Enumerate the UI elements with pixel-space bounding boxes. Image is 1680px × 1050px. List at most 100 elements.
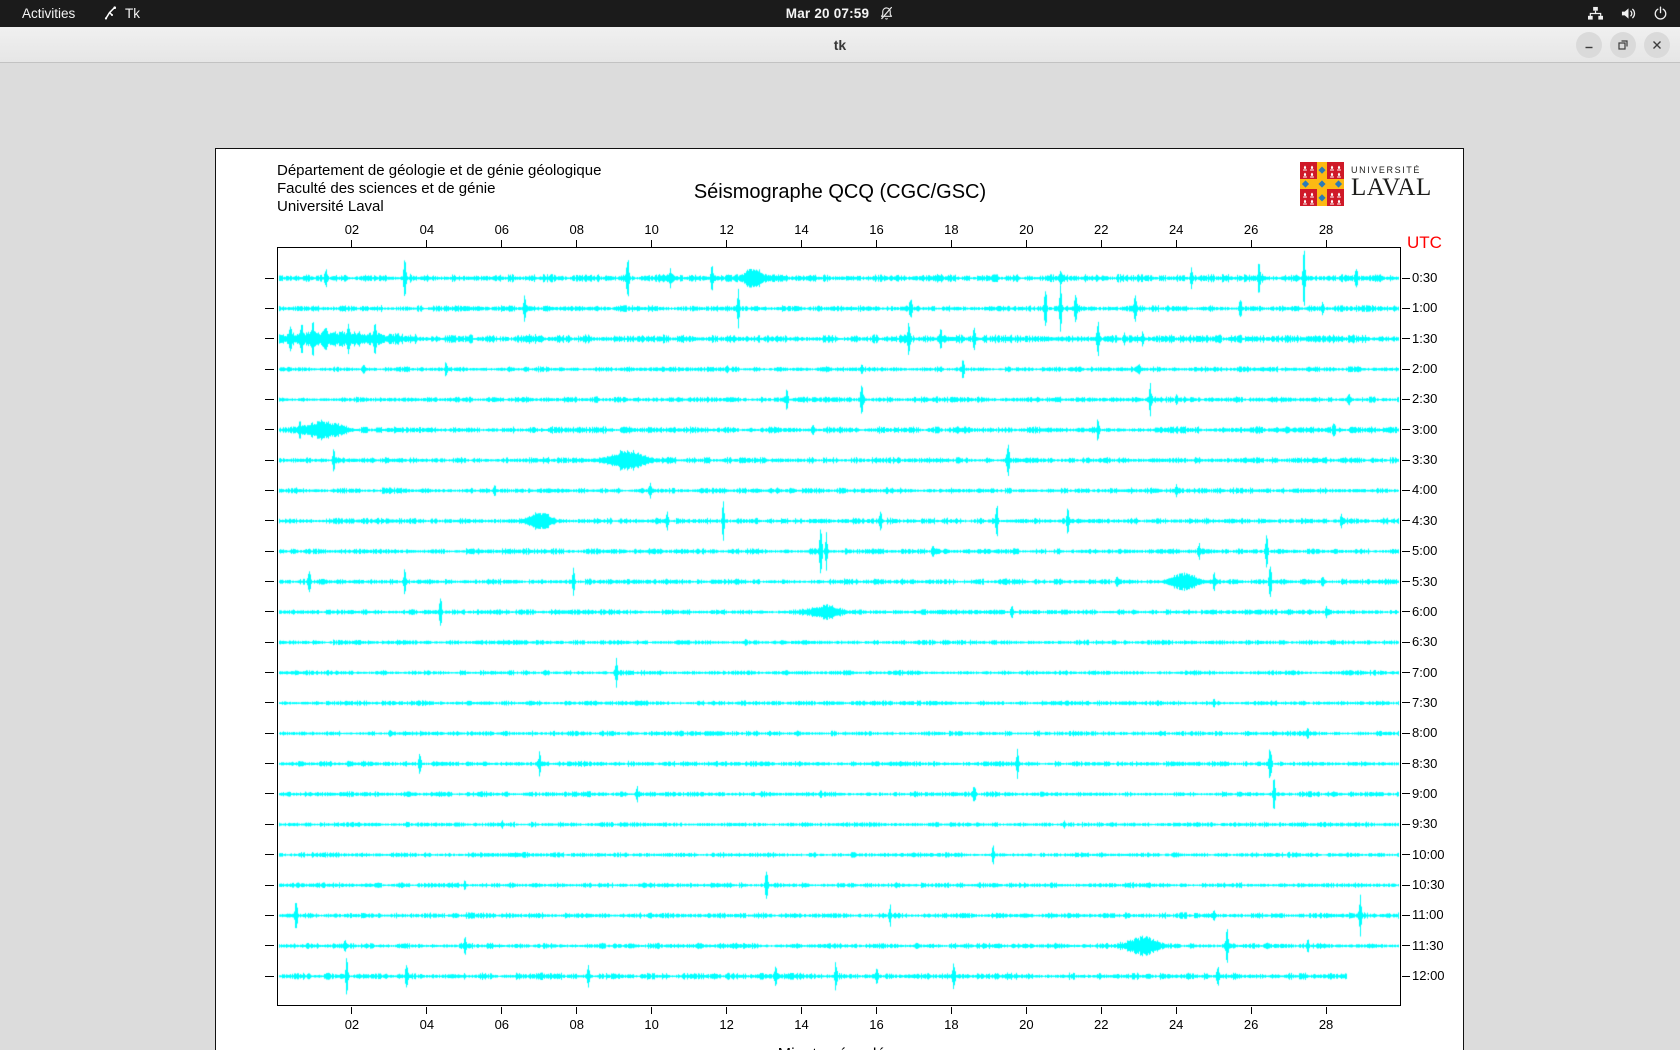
- trace-tick-right: [1402, 945, 1410, 946]
- window-title-bar[interactable]: tk: [0, 27, 1680, 63]
- trace-tick-right: [1402, 702, 1410, 703]
- trace-tick-right: [1402, 672, 1410, 673]
- x-tick-label-bottom: 18: [934, 1017, 968, 1032]
- x-tick-label-top: 10: [635, 222, 669, 237]
- trace-tick-left: [265, 369, 274, 370]
- x-tick-top: [1026, 240, 1027, 247]
- trace-tick-right: [1402, 460, 1410, 461]
- trace-time-label: 9:30: [1412, 816, 1462, 832]
- trace-tick-left: [265, 976, 274, 977]
- x-tick-label-bottom: 28: [1309, 1017, 1343, 1032]
- trace-tick-left: [265, 854, 274, 855]
- trace-tick-left: [265, 885, 274, 886]
- x-tick-top: [576, 240, 577, 247]
- trace-time-label: 11:00: [1412, 907, 1462, 923]
- x-tick-bottom: [1026, 1007, 1027, 1014]
- trace-time-label: 3:00: [1412, 422, 1462, 438]
- logo-laval-text: LAVAL: [1351, 175, 1432, 200]
- trace-time-label: 2:00: [1412, 361, 1462, 377]
- close-button[interactable]: [1644, 32, 1670, 58]
- gnome-top-bar: Activities Tk Mar 20 07:59: [0, 0, 1680, 27]
- x-tick-label-bottom: 26: [1234, 1017, 1268, 1032]
- trace-time-label: 1:00: [1412, 300, 1462, 316]
- bell-slash-icon: [879, 6, 894, 21]
- x-tick-label-top: 04: [410, 222, 444, 237]
- volume-icon: [1620, 6, 1637, 21]
- trace-tick-right: [1402, 490, 1410, 491]
- desktop: Activities Tk Mar 20 07:59: [0, 0, 1680, 1050]
- trace-tick-left: [265, 308, 274, 309]
- trace-tick-left: [265, 611, 274, 612]
- x-tick-label-bottom: 06: [485, 1017, 519, 1032]
- app-menu-button[interactable]: Tk: [103, 0, 140, 27]
- x-tick-bottom: [1251, 1007, 1252, 1014]
- header-line-1: Département de géologie et de génie géol…: [277, 162, 601, 180]
- x-tick-top: [651, 240, 652, 247]
- x-tick-bottom: [1326, 1007, 1327, 1014]
- x-tick-bottom: [651, 1007, 652, 1014]
- x-tick-label-bottom: 10: [635, 1017, 669, 1032]
- trace-tick-left: [265, 642, 274, 643]
- trace-time-label: 10:30: [1412, 877, 1462, 893]
- trace-time-label: 6:00: [1412, 604, 1462, 620]
- x-tick-label-bottom: 20: [1009, 1017, 1043, 1032]
- chart-title: Séismographe QCQ (CGC/GSC): [540, 181, 1140, 204]
- x-tick-label-bottom: 02: [335, 1017, 369, 1032]
- trace-time-label: 0:30: [1412, 270, 1462, 286]
- trace-time-label: 11:30: [1412, 938, 1462, 954]
- trace-tick-left: [265, 672, 274, 673]
- x-tick-label-top: 14: [785, 222, 819, 237]
- x-tick-top: [951, 240, 952, 247]
- window-title: tk: [0, 27, 1680, 63]
- activities-button[interactable]: Activities: [14, 0, 83, 27]
- trace-tick-right: [1402, 824, 1410, 825]
- network-icon: [1587, 6, 1604, 21]
- trace-time-label: 10:00: [1412, 847, 1462, 863]
- trace-tick-right: [1402, 611, 1410, 612]
- restore-button[interactable]: [1610, 32, 1636, 58]
- seismogram-canvas: [277, 247, 1401, 1006]
- x-tick-label-top: 18: [934, 222, 968, 237]
- tk-icon: [103, 6, 118, 21]
- trace-time-label: 5:30: [1412, 574, 1462, 590]
- trace-tick-left: [265, 945, 274, 946]
- trace-tick-right: [1402, 642, 1410, 643]
- x-axis-label: Minutes écoulées: [640, 1046, 1040, 1050]
- x-tick-label-top: 12: [710, 222, 744, 237]
- trace-tick-left: [265, 278, 274, 279]
- trace-tick-left: [265, 733, 274, 734]
- system-status-area[interactable]: [1587, 0, 1668, 27]
- trace-time-label: 6:30: [1412, 634, 1462, 650]
- trace-tick-right: [1402, 369, 1410, 370]
- x-tick-label-top: 16: [859, 222, 893, 237]
- trace-time-label: 5:00: [1412, 543, 1462, 559]
- minimize-button[interactable]: [1576, 32, 1602, 58]
- x-tick-top: [801, 240, 802, 247]
- trace-tick-right: [1402, 793, 1410, 794]
- trace-time-label: 2:30: [1412, 391, 1462, 407]
- trace-tick-right: [1402, 733, 1410, 734]
- trace-time-label: 12:00: [1412, 968, 1462, 984]
- trace-tick-right: [1402, 520, 1410, 521]
- trace-tick-right: [1402, 763, 1410, 764]
- x-tick-top: [1326, 240, 1327, 247]
- trace-tick-left: [265, 763, 274, 764]
- x-tick-bottom: [576, 1007, 577, 1014]
- clock[interactable]: Mar 20 07:59: [786, 6, 869, 21]
- x-tick-label-top: 28: [1309, 222, 1343, 237]
- trace-time-label: 4:00: [1412, 482, 1462, 498]
- laval-crest-icon: [1300, 162, 1344, 206]
- trace-time-label: 7:00: [1412, 665, 1462, 681]
- x-tick-label-bottom: 22: [1084, 1017, 1118, 1032]
- trace-tick-left: [265, 460, 274, 461]
- minimize-icon: [1583, 39, 1595, 51]
- trace-time-label: 7:30: [1412, 695, 1462, 711]
- utc-label: UTC: [1407, 233, 1442, 253]
- x-tick-label-bottom: 12: [710, 1017, 744, 1032]
- x-tick-bottom: [1101, 1007, 1102, 1014]
- x-tick-bottom: [501, 1007, 502, 1014]
- x-tick-label-top: 22: [1084, 222, 1118, 237]
- close-icon: [1651, 39, 1663, 51]
- trace-tick-left: [265, 429, 274, 430]
- x-tick-top: [351, 240, 352, 247]
